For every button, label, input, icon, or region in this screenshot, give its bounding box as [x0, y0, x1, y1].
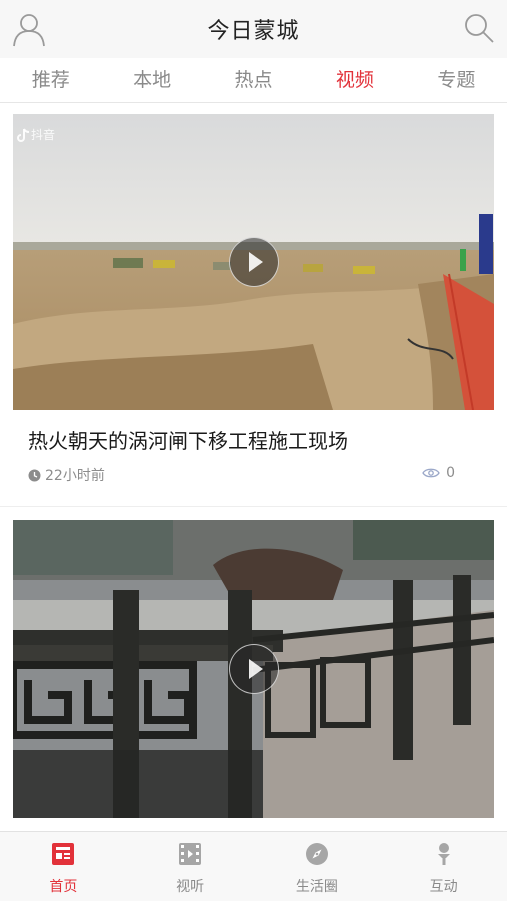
nav-interact[interactable]: 互动	[380, 832, 507, 901]
nav-audiovisual-label: 视听	[176, 879, 205, 895]
video-feed: 抖音 热火朝天的涡河闸下移工程施工现场 22小时前 0	[0, 103, 507, 831]
bottom-navigation: 首页 视听 生活圈 互动	[0, 831, 507, 901]
search-icon[interactable]	[463, 12, 495, 44]
nav-life-circle[interactable]: 生活圈	[254, 832, 381, 901]
view-count: 0	[422, 465, 455, 481]
category-tabs: 推荐 本地 热点 视频 专题	[0, 58, 507, 103]
video-thumbnail[interactable]	[13, 520, 494, 818]
tab-local[interactable]: 本地	[101, 58, 202, 102]
publish-time: 22小时前	[28, 465, 105, 485]
nav-home[interactable]: 首页	[0, 832, 127, 901]
card-divider	[0, 506, 507, 507]
nav-life-circle-label: 生活圈	[295, 879, 338, 895]
news-icon	[52, 843, 75, 865]
nav-interact-label: 互动	[429, 879, 458, 895]
video-thumbnail[interactable]: 抖音	[13, 114, 494, 410]
douyin-watermark: 抖音	[17, 126, 55, 143]
douyin-icon	[17, 127, 30, 142]
views-label: 0	[446, 465, 455, 481]
eye-icon	[422, 468, 440, 478]
tab-hot[interactable]: 热点	[203, 58, 304, 102]
tab-video[interactable]: 视频	[304, 58, 405, 102]
play-button[interactable]	[228, 644, 279, 694]
time-label: 22小时前	[45, 468, 105, 484]
microphone-icon	[437, 843, 450, 865]
nav-audiovisual[interactable]: 视听	[127, 832, 254, 901]
clock-icon	[28, 469, 41, 481]
app-title: 今日蒙城	[207, 19, 300, 44]
video-title[interactable]: 热火朝天的涡河闸下移工程施工现场	[28, 425, 348, 454]
tab-recommend[interactable]: 推荐	[0, 58, 101, 102]
film-icon	[179, 843, 202, 865]
play-button[interactable]	[228, 237, 279, 287]
tab-topics[interactable]: 专题	[406, 58, 507, 102]
app-header: 今日蒙城	[0, 0, 507, 58]
user-icon[interactable]	[12, 11, 46, 47]
compass-icon	[305, 843, 328, 865]
watermark-label: 抖音	[31, 128, 56, 142]
nav-home-label: 首页	[49, 879, 78, 895]
